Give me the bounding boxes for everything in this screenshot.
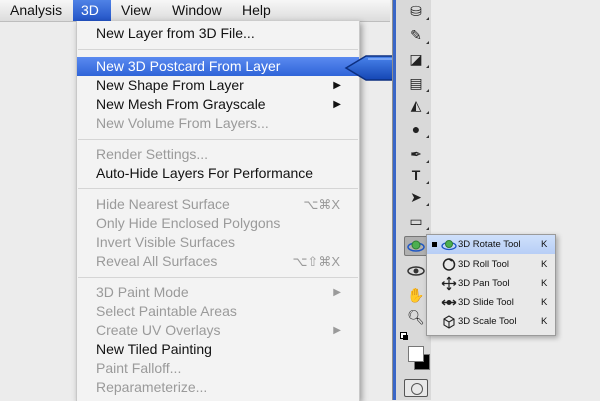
flyout-shortcut: K [541,259,548,270]
menu-item-label: Reveal All Surfaces [96,253,218,269]
eraser-icon[interactable]: ◪ [405,50,429,68]
menu-item-new-mesh-from-grayscale[interactable]: New Mesh From Grayscale ▶ [77,95,359,114]
3d-pan-icon [441,276,457,291]
menu-help[interactable]: Help [234,0,279,21]
blur-icon[interactable]: ◭ [405,96,429,114]
menu-separator [78,49,358,50]
type-glyph: T [411,167,421,183]
hand-icon[interactable]: ✋ [405,286,429,304]
menu-item-label: Create UV Overlays [96,322,221,338]
menu-item-new-volume-from-layers: New Volume From Layers... [77,114,359,133]
3d-slide-icon [441,299,457,306]
flyout-shortcut: K [541,316,548,327]
menu-shortcut: ⌥⇧⌘X [292,254,340,269]
menu-item-create-uv-overlays: Create UV Overlays ▶ [77,321,359,340]
menu-item-invert-visible-surfaces: Invert Visible Surfaces [77,233,359,252]
menu-item-label: Only Hide Enclosed Polygons [96,215,281,231]
shape-icon[interactable]: ▭ [405,212,429,230]
menubar: Analysis 3D View Window Help [0,0,390,22]
3d-rotate-icon[interactable] [404,236,429,256]
menu-item-hide-nearest-surface: Hide Nearest Surface ⌥⌘X [77,195,359,214]
3d-orbit-icon[interactable] [405,262,429,280]
flyout-item-3d-pan-tool[interactable]: 3D Pan Tool K [427,274,555,293]
flyout-shortcut: K [541,278,548,289]
menu-separator [78,139,358,140]
menu-item-label: New 3D Postcard From Layer [96,58,281,74]
submenu-arrow-icon: ▶ [333,80,341,91]
menu-window[interactable]: Window [164,0,230,21]
menu-item-label: 3D Paint Mode [96,284,189,300]
menu-item-label: Auto-Hide Layers For Performance [96,165,314,181]
flyout-label: 3D Rotate Tool [458,239,521,250]
flyout-item-3d-roll-tool[interactable]: 3D Roll Tool K [427,255,555,274]
menu-3d[interactable]: 3D [73,0,111,21]
submenu-arrow-icon: ▶ [333,287,341,298]
menu-item-label: New Mesh From Grayscale [96,96,266,112]
menu-item-3d-paint-mode: 3D Paint Mode ▶ [77,283,359,302]
type-icon[interactable]: T [405,166,429,184]
quick-mask-icon[interactable] [404,379,428,397]
flyout-item-3d-slide-tool[interactable]: 3D Slide Tool K [427,293,555,312]
flyout-label: 3D Pan Tool [458,278,510,289]
3d-dropdown-menu: New Layer from 3D File... New 3D Postcar… [76,21,360,401]
flyout-label: 3D Scale Tool [458,316,517,327]
menu-item-label: New Volume From Layers... [96,115,269,131]
pen-icon[interactable]: ✒ [405,145,429,163]
menu-item-label: Render Settings... [96,146,209,162]
menu-item-reveal-all-surfaces: Reveal All Surfaces ⌥⇧⌘X [77,252,359,271]
selected-bullet-icon [432,242,437,247]
menu-item-new-tiled-painting[interactable]: New Tiled Painting [77,340,359,359]
flyout-shortcut: K [541,239,548,250]
menu-separator [78,277,358,278]
color-swatches[interactable] [400,330,430,370]
3d-tools-flyout: 3D Rotate Tool K 3D Roll Tool K 3D Pan T… [426,234,556,336]
menu-view[interactable]: View [113,0,159,21]
submenu-arrow-icon: ▶ [333,325,341,336]
menu-item-label: New Layer from 3D File... [96,25,255,41]
menu-item-render-settings: Render Settings... [77,145,359,164]
foreground-color-swatch[interactable] [408,346,424,362]
menu-shortcut: ⌥⌘X [303,197,340,212]
menu-item-label: Hide Nearest Surface [96,196,230,212]
menu-item-label: New Shape From Layer [96,77,244,93]
flyout-item-3d-rotate-tool[interactable]: 3D Rotate Tool K [427,235,555,254]
menu-item-new-shape-from-layer[interactable]: New Shape From Layer ▶ [77,76,359,95]
clone-stamp-icon[interactable]: ⛁ [405,2,429,20]
submenu-arrow-icon: ▶ [333,99,341,110]
default-colors-icon-back [403,335,408,340]
gradient-icon[interactable]: ▤ [405,74,429,92]
flyout-item-3d-scale-tool[interactable]: 3D Scale Tool K [427,312,555,331]
tool-buttons: ⛁ ✎ ◪ ▤ ◭ ● ✒ T ➤ ▭ ✋ 🔍︎ [392,0,430,400]
menu-separator [78,188,358,189]
menu-item-auto-hide-layers[interactable]: Auto-Hide Layers For Performance [77,164,359,183]
menu-item-new-layer-from-3d-file[interactable]: New Layer from 3D File... [77,24,359,43]
path-selection-icon[interactable]: ➤ [405,188,429,206]
menu-item-new-3d-postcard-from-layer[interactable]: New 3D Postcard From Layer [77,57,359,76]
menu-item-label: Reparameterize... [96,379,208,395]
history-brush-icon[interactable]: ✎ [405,26,429,44]
menu-item-only-hide-enclosed-polygons: Only Hide Enclosed Polygons [77,214,359,233]
3d-rotate-icon [441,240,457,251]
menu-analysis[interactable]: Analysis [2,0,70,21]
zoom-icon[interactable]: 🔍︎ [405,308,427,326]
dodge-icon[interactable]: ● [405,120,429,138]
flyout-shortcut: K [541,297,548,308]
3d-scale-icon [443,315,455,329]
menu-item-select-paintable-areas: Select Paintable Areas [77,302,359,321]
flyout-label: 3D Roll Tool [458,259,510,270]
menu-item-label: Invert Visible Surfaces [96,234,236,250]
menu-item-label: New Tiled Painting [96,341,212,357]
menu-item-reparameterize: Reparameterize... [77,378,359,397]
flyout-label: 3D Slide Tool [458,297,514,308]
menu-item-paint-falloff: Paint Falloff... [77,359,359,378]
menu-item-label: Paint Falloff... [96,360,182,376]
3d-roll-icon [442,258,456,271]
menu-item-label: Select Paintable Areas [96,303,237,319]
